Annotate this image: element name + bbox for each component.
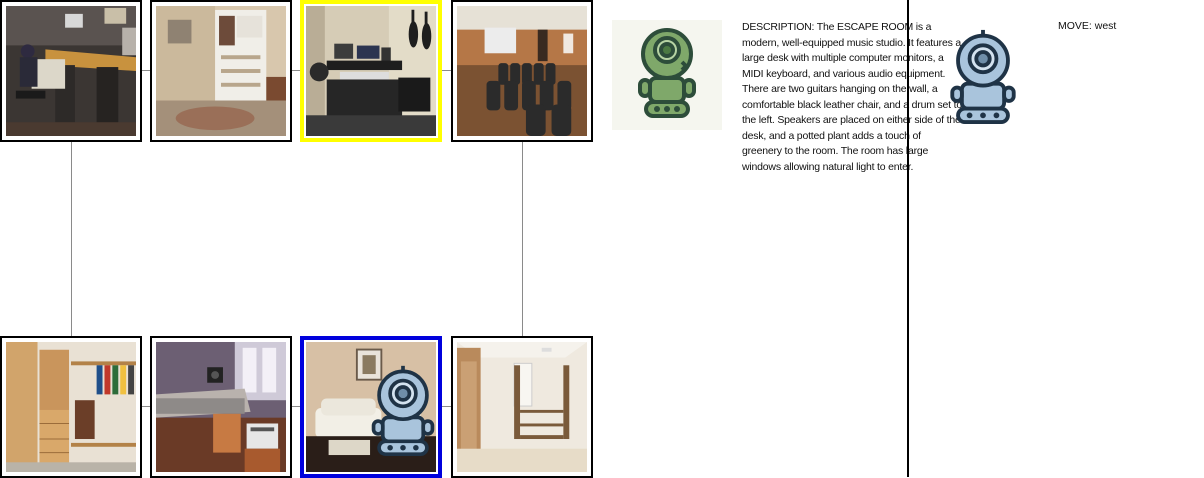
- panel-divider: [907, 0, 909, 477]
- room-image: [6, 342, 136, 472]
- room-map: [0, 0, 600, 478]
- room-tile-music-studio-engineer[interactable]: [0, 0, 142, 142]
- room-tile-music-studio-guitars[interactable]: [300, 0, 442, 142]
- room-tile-home-theater[interactable]: [451, 0, 593, 142]
- room-description: DESCRIPTION: The ESCAPE ROOM is a modern…: [742, 21, 962, 173]
- blue-robot-icon: [950, 29, 1016, 124]
- room-image: [6, 6, 136, 136]
- room-tile-recording-studio-console[interactable]: [150, 336, 292, 478]
- connector: [71, 140, 72, 338]
- move-label: MOVE: west: [1058, 20, 1117, 32]
- room-tile-empty-closet[interactable]: [451, 336, 593, 478]
- room-tile-wardrobe-closet[interactable]: [0, 336, 142, 478]
- room-image: [156, 6, 286, 136]
- room-image: [457, 342, 587, 472]
- room-image: [457, 6, 587, 136]
- guide-robot-avatar: [612, 20, 722, 130]
- connector: [522, 140, 523, 338]
- agent-robot-avatar: [943, 28, 1023, 124]
- room-image: [306, 6, 436, 136]
- room-image: [156, 342, 286, 472]
- room-tile-living-room[interactable]: [300, 336, 442, 478]
- agent-robot-icon: [371, 365, 435, 456]
- green-robot-icon: [638, 28, 696, 118]
- room-tile-walk-in-closet[interactable]: [150, 0, 292, 142]
